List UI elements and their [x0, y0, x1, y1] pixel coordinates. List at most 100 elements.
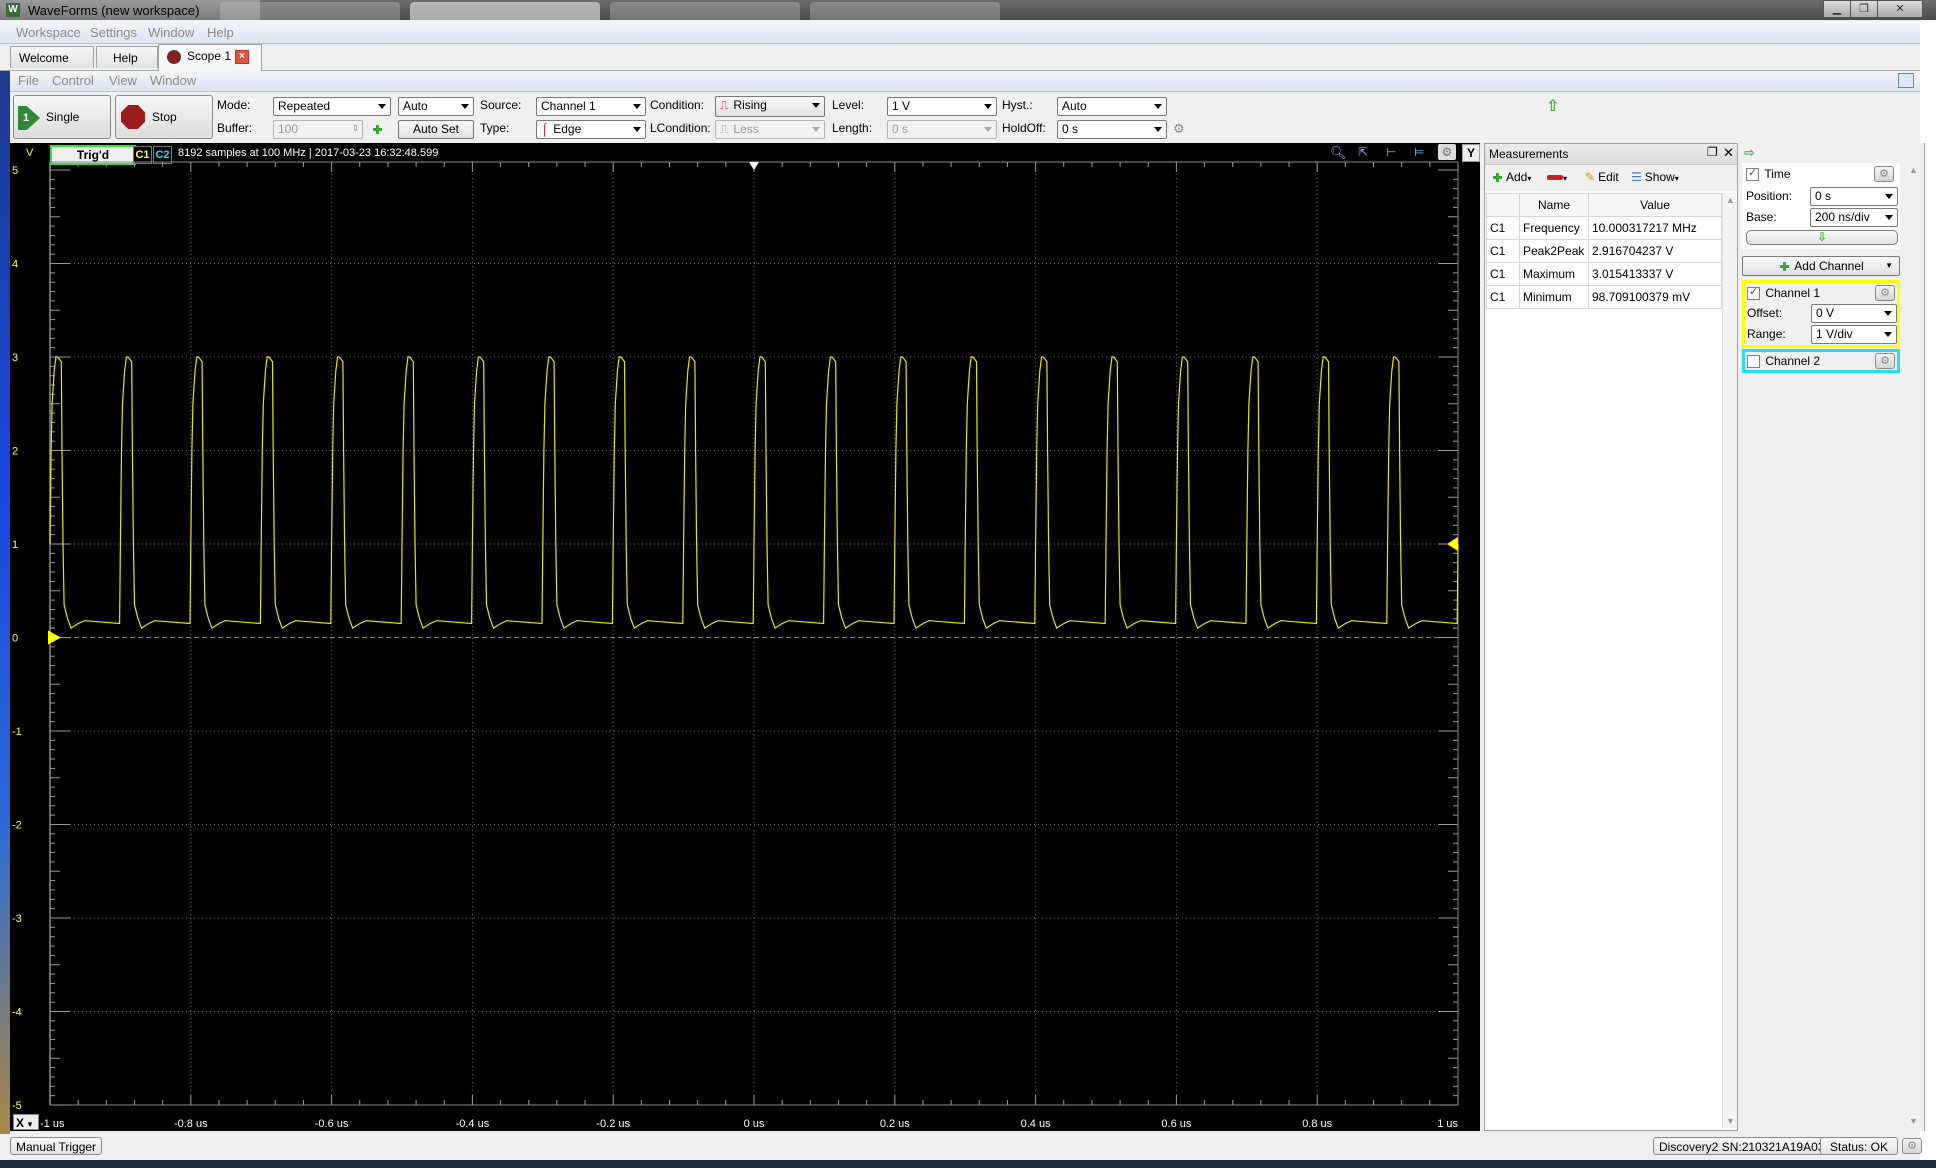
collapse-up-arrow-icon[interactable]: ⇧: [1546, 96, 1559, 116]
axis-ticks: [49, 161, 1459, 1106]
x-axis-button[interactable]: X ▼: [13, 1114, 39, 1130]
checkbox-unchecked-icon: [1747, 355, 1760, 369]
x-tick-label: -0.8 us: [174, 1118, 208, 1130]
table-row[interactable]: C1 Frequency 10.000317217 MHz: [1486, 216, 1722, 240]
time-label: Time: [1764, 167, 1791, 181]
chevron-down-icon: [1885, 194, 1893, 199]
offset-select[interactable]: 0 V: [1811, 304, 1897, 323]
status-bar: Manual Trigger Discovery2 SN:210321A19A0…: [0, 1134, 1922, 1160]
chevron-down-icon: [1884, 332, 1892, 337]
position-select[interactable]: 0 s: [1810, 187, 1898, 206]
y-tick-label: 5: [12, 165, 18, 177]
channel-1-label: Channel 1: [1765, 286, 1821, 300]
edit-measurement-button[interactable]: ✎ Edit: [1585, 170, 1619, 184]
position-label: Position:: [1746, 189, 1793, 203]
column-header-value[interactable]: Value: [1588, 193, 1722, 217]
waveform-plot: 5 4 3 2 1 0 -1 -2 -3 -4 -5 -1 us -0.8 us -0.6 us -0.4…: [12, 161, 1459, 1130]
y-tick-label: 4: [12, 259, 18, 271]
y-tick-label: 1: [12, 539, 18, 551]
scroll-down-icon[interactable]: ▼: [1909, 1116, 1918, 1126]
manual-trigger-button[interactable]: Manual Trigger: [10, 1137, 103, 1155]
plus-icon: [1778, 260, 1791, 273]
grid: [50, 162, 1458, 1105]
add-channel-button[interactable]: Add Channel ▼: [1742, 256, 1900, 276]
channel-1-card: Channel 1 ⚙ Offset: 0 V Range: 1 V/div: [1742, 280, 1900, 348]
x-tick-label: -1 us: [40, 1118, 65, 1130]
x-axis-labels: -1 us -0.8 us -0.6 us -0.4 us -0.2 us 0 us 0.2…: [40, 1118, 1458, 1130]
x-tick-label: 0.6 us: [1161, 1118, 1191, 1130]
cell-name: Peak2Peak: [1519, 239, 1589, 263]
measurements-toolbar: Add▾ ▾ ✎ Edit ☰ Show▾: [1485, 165, 1737, 191]
table-row[interactable]: C1 Peak2Peak 2.916704237 V: [1486, 239, 1722, 263]
time-checkbox[interactable]: Time: [1746, 166, 1791, 182]
restore-button[interactable]: ❐: [1850, 0, 1878, 18]
measurements-title-bar: Measurements ❐ ✕: [1485, 144, 1737, 165]
close-panel-icon[interactable]: ✕: [1723, 145, 1734, 161]
cell-name: Minimum: [1519, 285, 1589, 309]
cell-name: Maximum: [1519, 262, 1589, 286]
base-label: Base:: [1746, 210, 1777, 224]
range-select[interactable]: 1 V/div: [1811, 325, 1897, 344]
restore-icon: ❐: [1859, 3, 1869, 15]
remove-measurement-button[interactable]: ▾: [1547, 170, 1567, 184]
device-button[interactable]: Discovery2 SN:210321A19A03: [1653, 1137, 1831, 1155]
x-tick-label: -0.4 us: [456, 1118, 490, 1130]
y-tick-label: 2: [12, 446, 18, 458]
cell-value: 3.015413337 V: [1588, 262, 1722, 286]
show-button[interactable]: ☰ Show▾: [1631, 170, 1679, 184]
chevron-down-icon: [1884, 311, 1892, 316]
scroll-up-icon[interactable]: ▲: [1909, 165, 1918, 175]
chevron-down-icon: [1885, 215, 1893, 220]
close-button[interactable]: ✕: [1877, 0, 1923, 18]
time-gear-icon[interactable]: ⚙: [1874, 166, 1894, 182]
collapse-right-arrow-icon[interactable]: ⇨: [1744, 145, 1755, 161]
cell-channel: C1: [1486, 239, 1520, 263]
trigger-position-marker[interactable]: [749, 162, 759, 170]
chevron-down-icon: ▾: [1527, 174, 1532, 183]
measurements-scrollbar[interactable]: ▲ ▼: [1722, 193, 1737, 1128]
cell-value: 2.916704237 V: [1588, 239, 1722, 263]
trigger-level-marker[interactable]: [1447, 537, 1458, 551]
measurements-table: Name Value C1 Frequency 10.000317217 MHz C…: [1486, 193, 1722, 309]
offset-value: 0 V: [1816, 306, 1835, 320]
status-button[interactable]: Status: OK: [1820, 1137, 1898, 1155]
edit-icon: ✎: [1585, 170, 1596, 184]
channels-panel: ⇨ Time ⚙ Position: 0 s Base: 200 ns/div …: [1740, 143, 1925, 1131]
undock-icon[interactable]: ❐: [1707, 145, 1718, 159]
offset-label: Offset:: [1747, 306, 1783, 320]
channel-1-trace: [49, 356, 1459, 630]
y-tick-label: -1: [12, 726, 22, 738]
y-tick-label: 3: [12, 352, 18, 364]
cell-value: 10.000317217 MHz: [1588, 216, 1722, 240]
cell-channel: C1: [1486, 216, 1520, 240]
status-gear-icon[interactable]: ⚙: [1902, 1138, 1922, 1154]
column-header-name[interactable]: Name: [1519, 193, 1589, 217]
channel-2-checkbox[interactable]: Channel 2: [1747, 354, 1821, 369]
expand-time-button[interactable]: ⇩: [1746, 230, 1898, 245]
channel-1-offset-marker[interactable]: [48, 630, 61, 645]
chevron-down-icon: ▼: [26, 1120, 34, 1129]
position-value: 0 s: [1815, 189, 1832, 203]
channels-scrollbar[interactable]: ▲ ▼: [1906, 163, 1920, 1128]
os-taskbar: [0, 1160, 1936, 1168]
y-axis-labels: 5 4 3 2 1 0 -1 -2 -3 -4 -5: [12, 165, 22, 1112]
range-label: Range:: [1747, 327, 1786, 341]
scroll-down-icon[interactable]: ▼: [1726, 1116, 1735, 1126]
minus-icon: [1547, 175, 1563, 181]
y-tick-label: 0: [12, 633, 18, 645]
table-row[interactable]: C1 Maximum 3.015413337 V: [1486, 262, 1722, 286]
channel-1-gear-icon[interactable]: ⚙: [1875, 285, 1895, 301]
x-tick-label: 0.8 us: [1302, 1118, 1332, 1130]
show-label: Show: [1644, 170, 1675, 184]
channel-2-gear-icon[interactable]: ⚙: [1875, 353, 1895, 369]
minimize-button[interactable]: ▁: [1823, 0, 1851, 18]
dock-icon[interactable]: [1898, 73, 1914, 88]
add-measurement-button[interactable]: Add▾: [1491, 170, 1531, 184]
add-channel-label: Add Channel: [1794, 259, 1864, 273]
base-select[interactable]: 200 ns/div: [1810, 208, 1898, 227]
channel-1-checkbox[interactable]: Channel 1: [1747, 285, 1821, 301]
down-arrow-icon: ⇩: [1816, 230, 1828, 244]
channel-2-label: Channel 2: [1765, 354, 1821, 368]
scroll-up-icon[interactable]: ▲: [1726, 195, 1735, 205]
table-row[interactable]: C1 Minimum 98.709100379 mV: [1486, 285, 1722, 309]
